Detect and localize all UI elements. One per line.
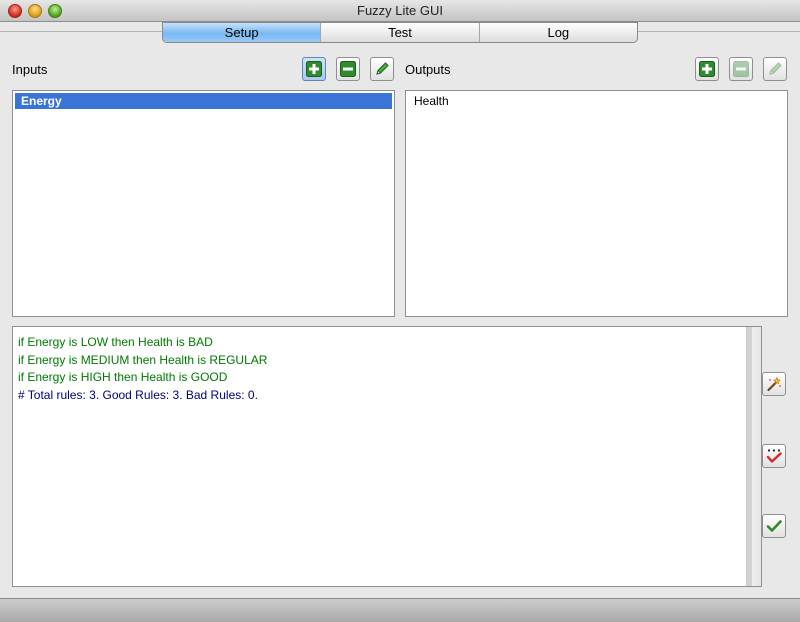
pencil-icon xyxy=(376,62,389,75)
tab-test[interactable]: Test xyxy=(321,23,480,42)
title-bar: Fuzzy Lite GUI xyxy=(0,0,800,22)
checkmark-icon xyxy=(766,520,782,532)
input-item-energy[interactable]: Energy xyxy=(15,93,392,109)
minus-icon xyxy=(733,61,749,77)
inputs-list[interactable]: Energy xyxy=(12,90,395,317)
outputs-list[interactable]: Health xyxy=(405,90,788,317)
output-item-health[interactable]: Health xyxy=(408,93,785,109)
status-bar xyxy=(0,598,800,622)
rules-scrollbar[interactable] xyxy=(746,327,761,586)
scrollbar-track-edge xyxy=(747,327,752,586)
rules-summary: # Total rules: 3. Good Rules: 3. Bad Rul… xyxy=(18,387,258,402)
rules-editor[interactable]: if Energy is LOW then Health is BAD if E… xyxy=(12,326,762,587)
magic-wand-icon xyxy=(767,376,781,392)
rule-line: if Energy is HIGH then Health is GOOD xyxy=(18,370,228,384)
plus-icon xyxy=(306,61,322,77)
rule-line: if Energy is LOW then Health is BAD xyxy=(18,335,213,349)
check-rules-button[interactable] xyxy=(762,444,786,468)
remove-output-button[interactable] xyxy=(729,57,753,81)
window-title: Fuzzy Lite GUI xyxy=(357,3,443,18)
remove-input-button[interactable] xyxy=(336,57,360,81)
tab-bar: Setup Test Log xyxy=(162,22,638,43)
inputs-label: Inputs xyxy=(12,62,48,77)
check-rules-icon xyxy=(766,449,782,463)
tab-setup[interactable]: Setup xyxy=(163,23,322,42)
add-input-button[interactable] xyxy=(302,57,326,81)
tab-log[interactable]: Log xyxy=(480,23,637,42)
rule-wizard-button[interactable] xyxy=(762,372,786,396)
apply-rules-button[interactable] xyxy=(762,514,786,538)
rules-text: if Energy is LOW then Health is BAD if E… xyxy=(18,334,267,404)
edit-input-button[interactable] xyxy=(370,57,394,81)
minus-icon xyxy=(340,61,356,77)
add-output-button[interactable] xyxy=(695,57,719,81)
edit-output-button[interactable] xyxy=(763,57,787,81)
plus-icon xyxy=(699,61,715,77)
pencil-icon xyxy=(769,62,782,75)
outputs-label: Outputs xyxy=(405,62,451,77)
rule-line: if Energy is MEDIUM then Health is REGUL… xyxy=(18,352,268,367)
